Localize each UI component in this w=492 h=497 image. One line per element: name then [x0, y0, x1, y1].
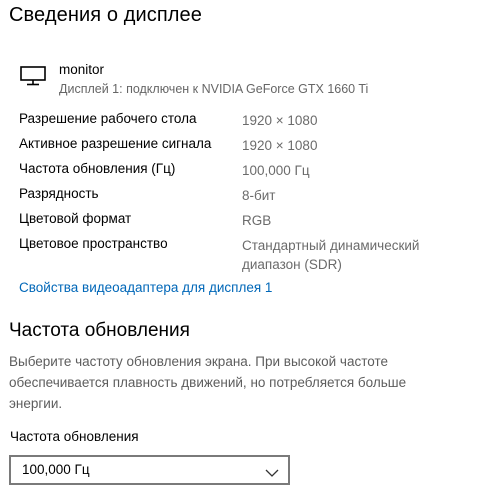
refresh-rate-description: Выберите частоту обновления экрана. При … — [9, 354, 407, 411]
info-row-refresh-rate: Частота обновления (Гц) 100,000 Гц — [19, 161, 479, 186]
info-row-color-format: Цветовой формат RGB — [19, 211, 479, 236]
info-label: Разрядность — [19, 186, 99, 201]
info-value: 1920 × 1080 — [242, 113, 318, 128]
refresh-rate-dropdown[interactable]: 100,000 Гц — [9, 455, 290, 485]
refresh-rate-selected-value: 100,000 Гц — [22, 462, 90, 477]
info-row-bit-depth: Разрядность 8-бит — [19, 186, 479, 211]
info-row-desktop-resolution: Разрешение рабочего стола 1920 × 1080 — [19, 111, 479, 136]
monitor-name: monitor — [59, 62, 105, 77]
monitor-connection-info: Дисплей 1: подключен к NVIDIA GeForce GT… — [59, 82, 369, 96]
refresh-rate-section-title: Частота обновления — [9, 320, 190, 341]
info-label: Цветовое пространство — [19, 236, 168, 251]
chevron-down-icon — [265, 465, 279, 477]
display-info-page: Сведения о дисплее monitor Дисплей 1: по… — [0, 0, 492, 497]
monitor-entry: monitor Дисплей 1: подключен к NVIDIA Ge… — [20, 62, 480, 102]
page-title: Сведения о дисплее — [9, 4, 202, 26]
monitor-icon — [20, 66, 46, 86]
info-row-color-space: Цветовое пространство Стандартный динами… — [19, 236, 479, 282]
info-label: Активное разрешение сигнала — [19, 136, 212, 151]
info-label: Частота обновления (Гц) — [19, 161, 176, 176]
info-label: Цветовой формат — [19, 211, 132, 226]
adapter-properties-link[interactable]: Свойства видеоадаптера для дисплея 1 — [19, 280, 272, 295]
info-value: RGB — [242, 213, 272, 228]
info-value: Стандартный динамический диапазон (SDR) — [242, 238, 420, 272]
info-value: 8-бит — [242, 188, 276, 203]
info-label: Разрешение рабочего стола — [19, 111, 197, 126]
info-value: 1920 × 1080 — [242, 138, 318, 153]
info-row-active-signal-resolution: Активное разрешение сигнала 1920 × 1080 — [19, 136, 479, 161]
display-info-table: Разрешение рабочего стола 1920 × 1080 Ак… — [19, 111, 479, 282]
refresh-rate-field-label: Частота обновления — [10, 429, 139, 444]
info-value: 100,000 Гц — [242, 163, 310, 178]
